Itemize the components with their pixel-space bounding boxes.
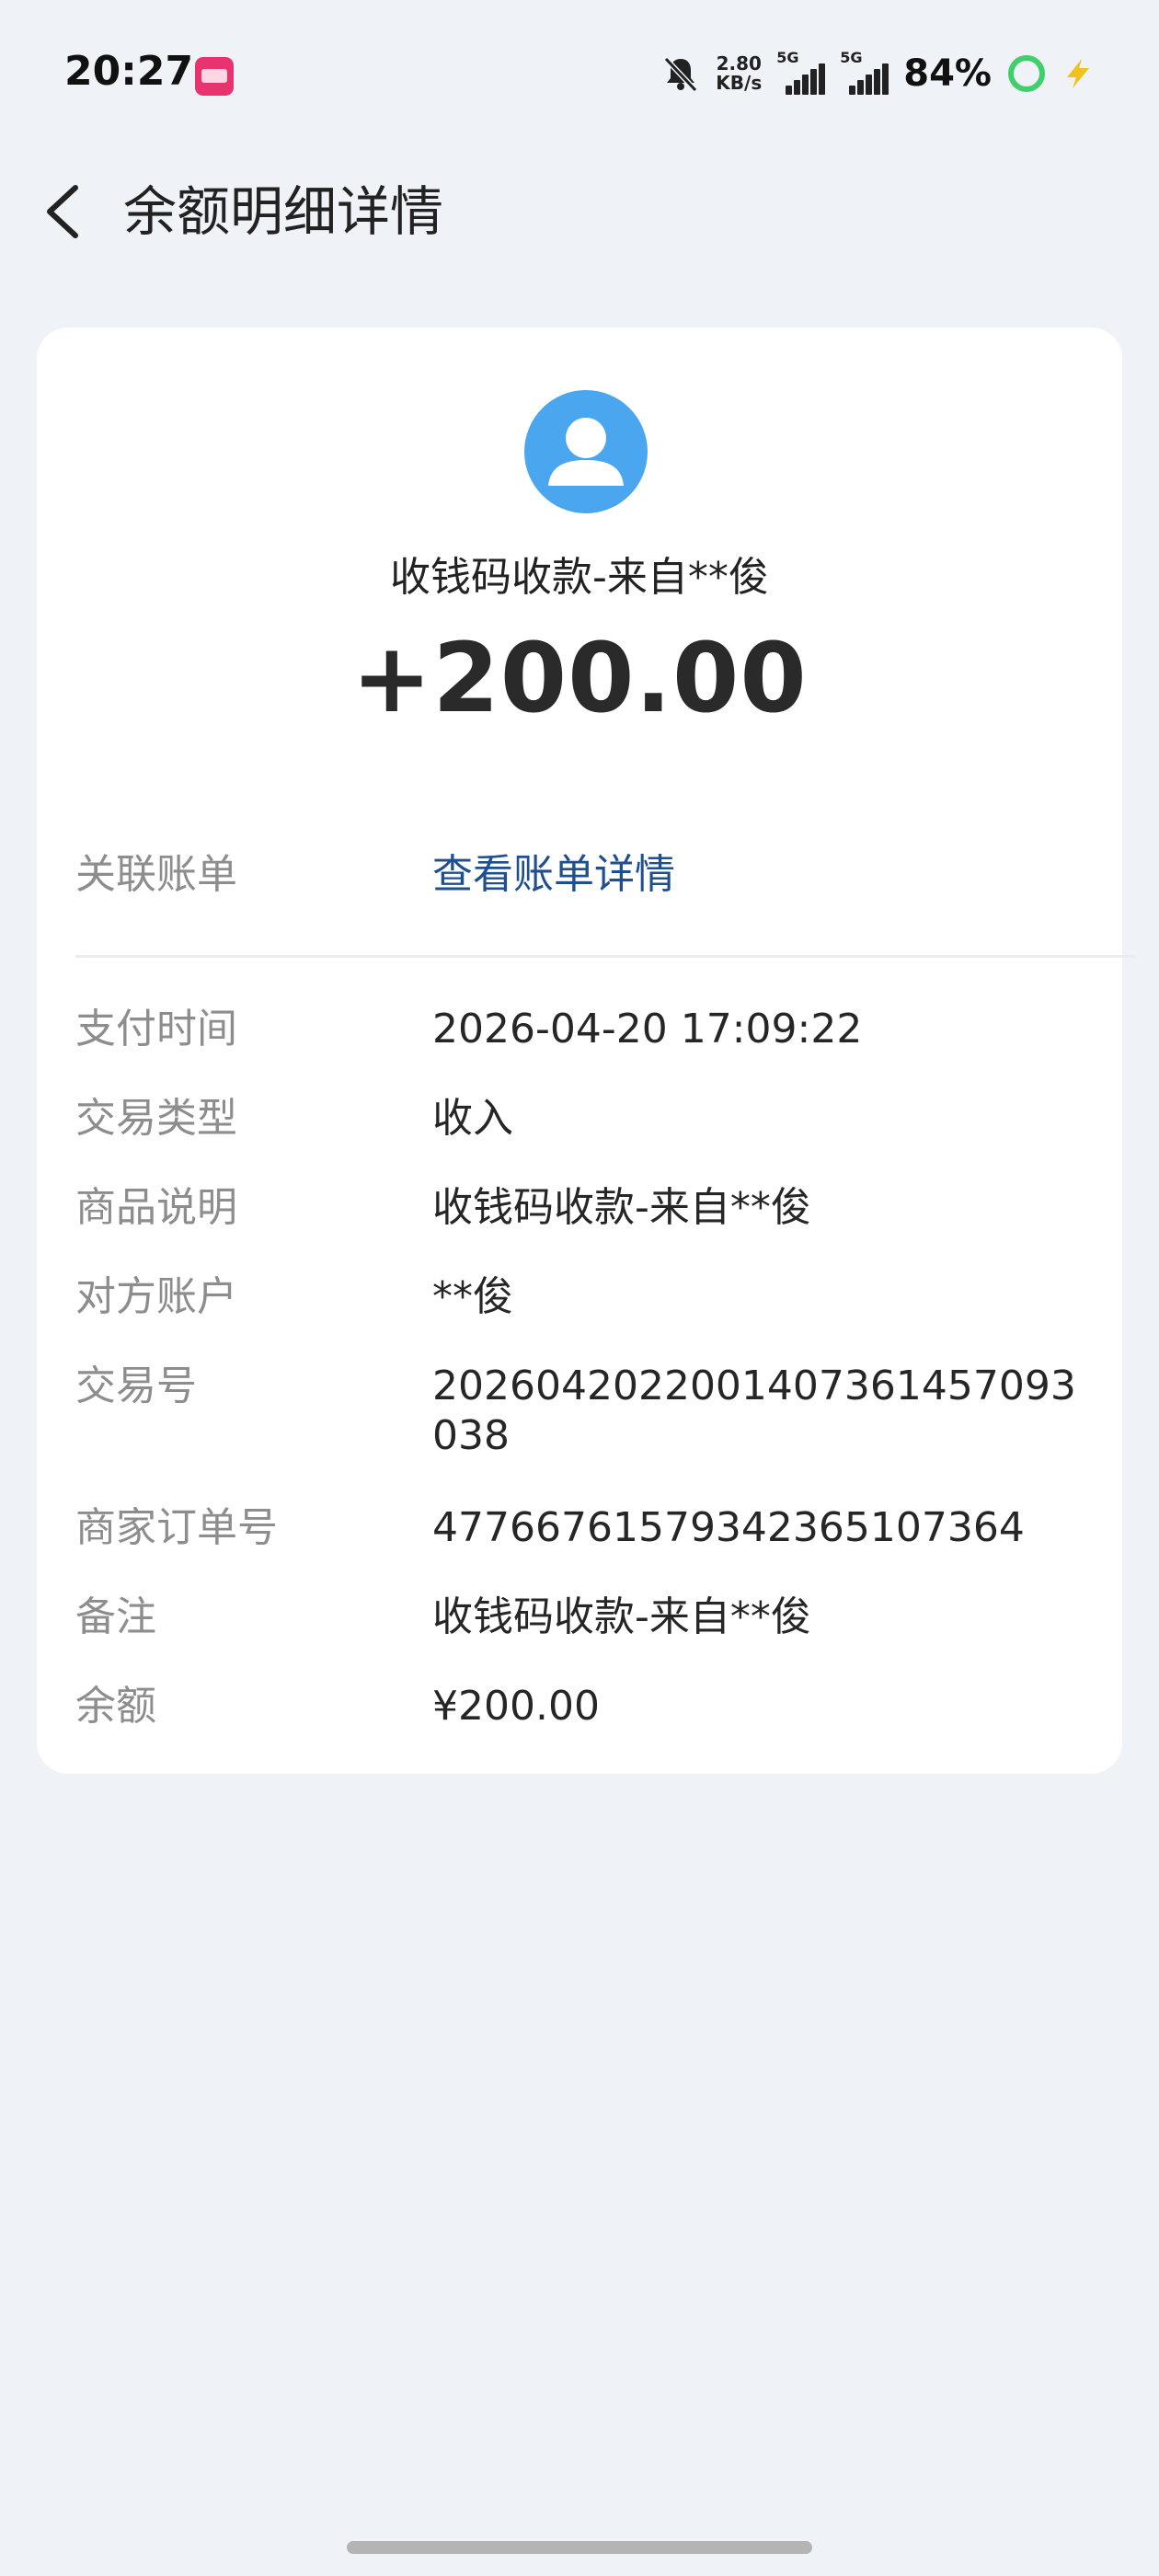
detail-label: 商家订单号: [75, 1504, 278, 1551]
user-icon: [548, 418, 624, 486]
charging-icon: [1067, 59, 1089, 88]
detail-label: 支付时间: [75, 1006, 237, 1052]
header: 余额明细详情: [0, 166, 1159, 258]
back-button[interactable]: [37, 175, 110, 248]
battery-percent: 84%: [903, 52, 992, 95]
detail-value: ¥200.00: [432, 1683, 600, 1730]
detail-value: 2026042022001407361457093038: [432, 1363, 1076, 1459]
detail-value: 2026-04-20 17:09:22: [432, 1006, 863, 1052]
signal-2-icon: 5G: [840, 49, 889, 95]
signal-1-icon: 5G: [776, 49, 826, 95]
chevron-left-icon: [47, 185, 78, 238]
detail-label: 商品说明: [75, 1184, 237, 1231]
transaction-card: 收钱码收款-来自**俊 +200.00 关联账单 查看账单详情 支付时间 202…: [37, 328, 1135, 1774]
related-bill-label: 关联账单: [75, 851, 237, 898]
detail-label: 备注: [75, 1593, 156, 1640]
status-bar: 20:27 2.80 KB/s 5G 5G 84%: [0, 0, 1159, 147]
status-time: 20:27: [64, 48, 194, 95]
network-speed: 2.80 KB/s: [716, 52, 763, 94]
detail-value: **俊: [432, 1273, 513, 1320]
status-icons: 2.80 KB/s 5G 5G 84%: [660, 46, 1095, 101]
divider: [75, 955, 1135, 958]
transaction-title: 收钱码收款-来自**俊: [390, 554, 769, 601]
detail-label: 交易号: [75, 1363, 197, 1409]
page-title: 余额明细详情: [123, 180, 444, 243]
detail-label: 对方账户: [75, 1273, 237, 1320]
detail-label: 交易类型: [75, 1095, 237, 1142]
detail-value: 收钱码收款-来自**俊: [432, 1593, 811, 1640]
detail-label: 余额: [75, 1683, 156, 1730]
avatar: [524, 390, 648, 513]
detail-value: 4776676157934236510​7364: [432, 1504, 1025, 1551]
transaction-amount: +200.00: [351, 622, 808, 734]
detail-value: 收钱码收款-来自**俊: [432, 1184, 811, 1231]
bell-muted-icon: [664, 56, 698, 93]
home-indicator[interactable]: [347, 2541, 812, 2554]
battery-ring-icon: [1008, 55, 1045, 92]
detail-value: 收入: [432, 1095, 513, 1142]
app-notification-icon: [195, 57, 234, 96]
view-bill-details-link[interactable]: 查看账单详情: [432, 850, 1095, 900]
